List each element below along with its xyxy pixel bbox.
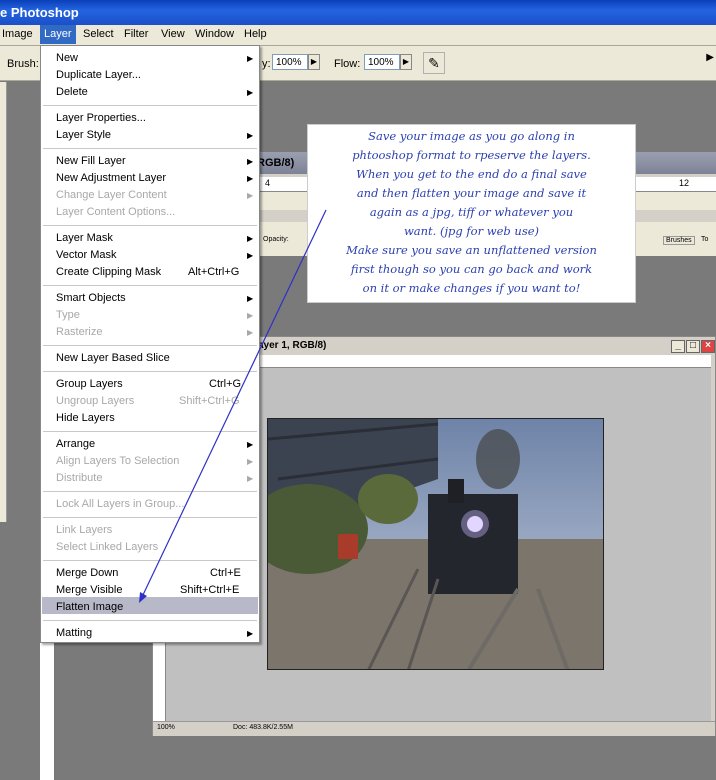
annotation-arrow [139, 209, 327, 603]
arrow-line [141, 209, 327, 598]
